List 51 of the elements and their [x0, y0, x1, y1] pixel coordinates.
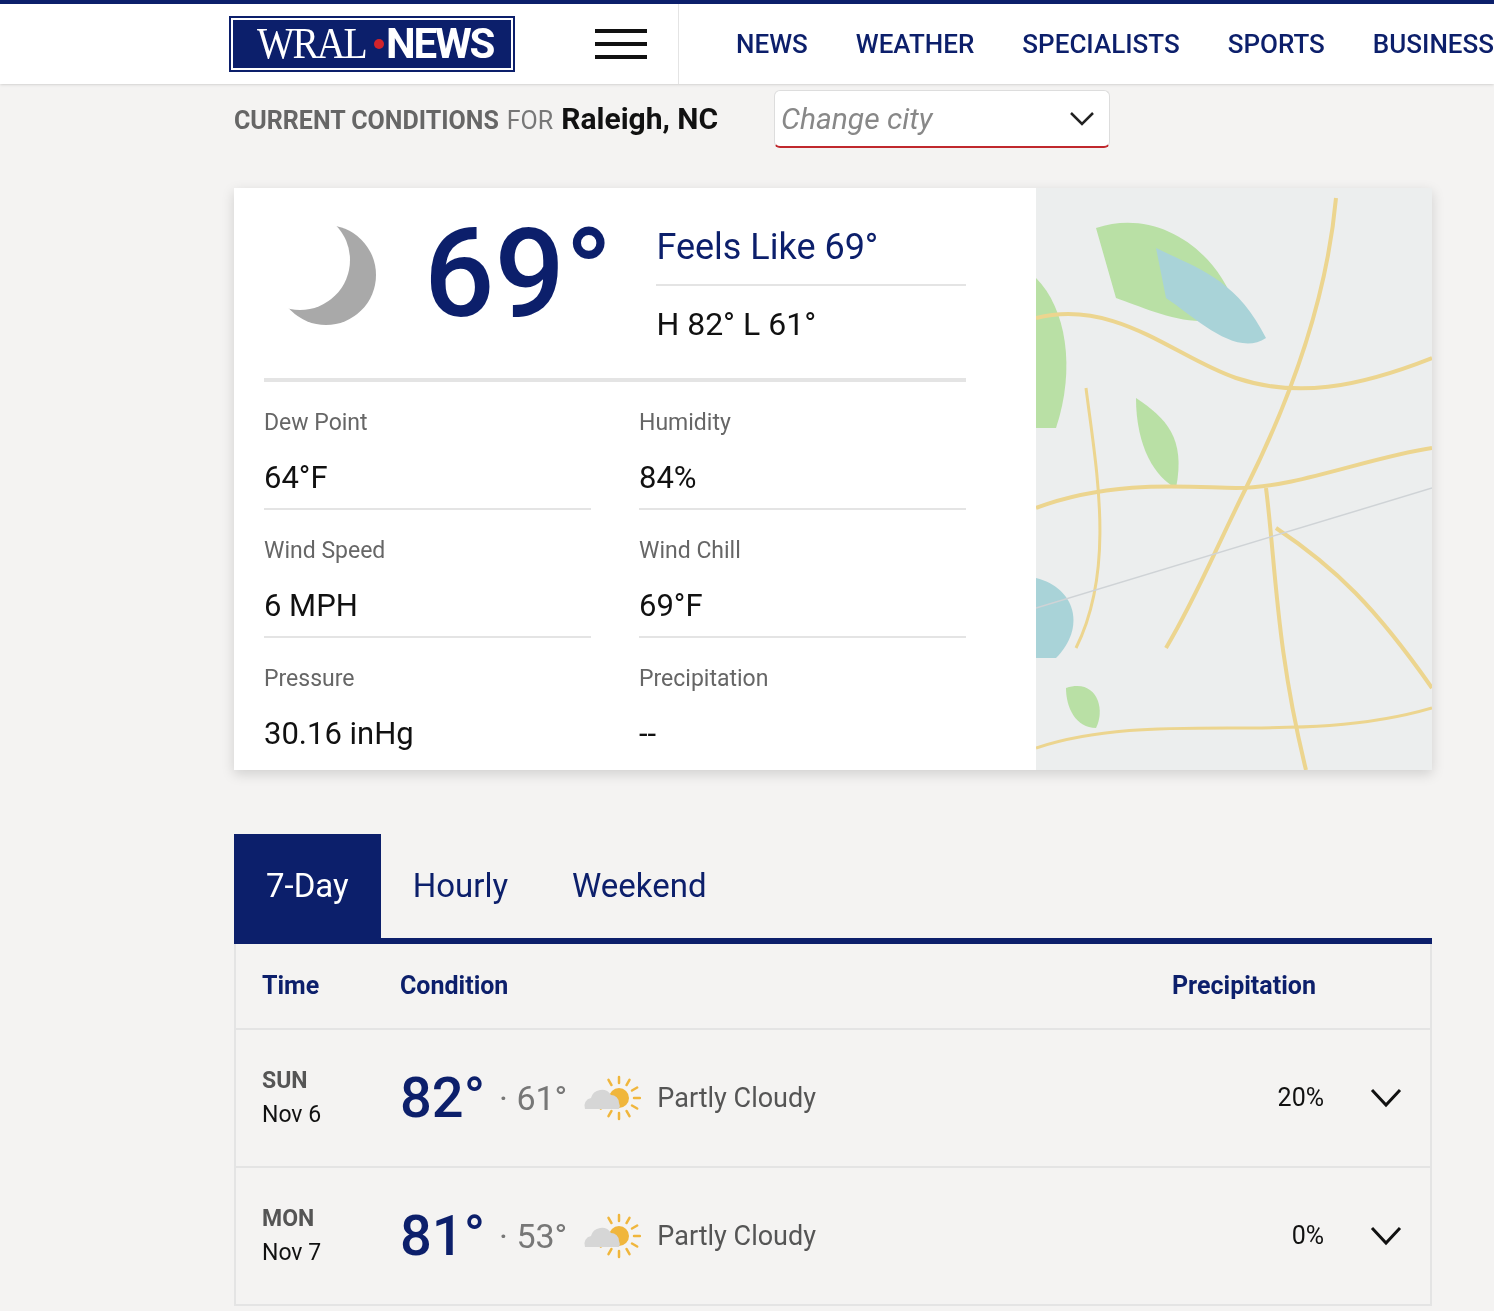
column-header: Time [261, 970, 321, 1003]
forecast-day: SUN [262, 1063, 400, 1098]
nav-link[interactable]: WEATHER [855, 24, 975, 64]
feels-like: Feels Like 69° [656, 220, 966, 286]
partly-cloudy-icon [581, 1073, 642, 1123]
forecast-condition: Partly Cloudy [657, 1218, 817, 1254]
column-header: Precipitation [1171, 970, 1317, 1003]
expand-toggle[interactable] [1370, 1226, 1402, 1246]
menu-icon[interactable] [595, 29, 648, 59]
city-select[interactable]: Change city [774, 90, 1110, 148]
forecast-date: Nov 6 [262, 1100, 323, 1130]
forecast-low: · 53° [499, 1214, 568, 1258]
stat-label: Dew Point [264, 408, 369, 438]
forecast-day: MON [262, 1201, 400, 1236]
forecast-precipitation: 20% [1276, 1082, 1324, 1115]
stat-value: 84% [639, 457, 698, 498]
high-low: H 82° L 61° [656, 304, 818, 345]
chevron-down-icon [1370, 1088, 1402, 1108]
stat-value: 69°F [639, 585, 704, 626]
forecast-precipitation: 0% [1290, 1220, 1324, 1253]
logo[interactable]: WRAL NEWS [229, 16, 516, 72]
tab[interactable]: Hourly [380, 834, 541, 938]
stat-label: Pressure [264, 664, 356, 694]
stat-value: 64°F [264, 457, 329, 498]
column-header: Condition [400, 970, 510, 1003]
stat-label: Wind Speed [264, 536, 387, 566]
nav-link[interactable]: SPECIALISTS [1022, 24, 1180, 64]
conditions-heading: CURRENT CONDITIONS [234, 105, 499, 137]
forecast-date: Nov 7 [262, 1238, 323, 1268]
partly-cloudy-icon [581, 1211, 642, 1261]
forecast-low: · 61° [499, 1076, 568, 1120]
forecast-high: 82° [400, 1064, 486, 1133]
nav-link[interactable]: BUSINESS [1372, 24, 1494, 64]
nav-link[interactable]: SPORTS [1227, 24, 1325, 64]
stat-label: Wind Chill [639, 536, 742, 566]
chevron-down-icon [1069, 110, 1095, 127]
stat-label: Precipitation [639, 664, 770, 694]
forecast-condition: Partly Cloudy [657, 1080, 817, 1116]
stat-label: Humidity [639, 408, 732, 438]
stat-value: -- [639, 713, 658, 754]
tab[interactable]: Weekend [540, 834, 739, 938]
expand-toggle[interactable] [1370, 1088, 1402, 1108]
stat-value: 30.16 inHg [264, 713, 415, 754]
current-temperature: 69° [424, 214, 613, 334]
stat-value: 6 MPH [264, 585, 359, 626]
forecast-high: 81° [400, 1202, 486, 1271]
city-name: Raleigh, NC [561, 100, 719, 138]
conditions-for: FOR [506, 105, 554, 137]
nav-link[interactable]: NEWS [736, 24, 808, 64]
chevron-down-icon [1370, 1226, 1402, 1246]
tab[interactable]: 7-Day [234, 834, 381, 938]
